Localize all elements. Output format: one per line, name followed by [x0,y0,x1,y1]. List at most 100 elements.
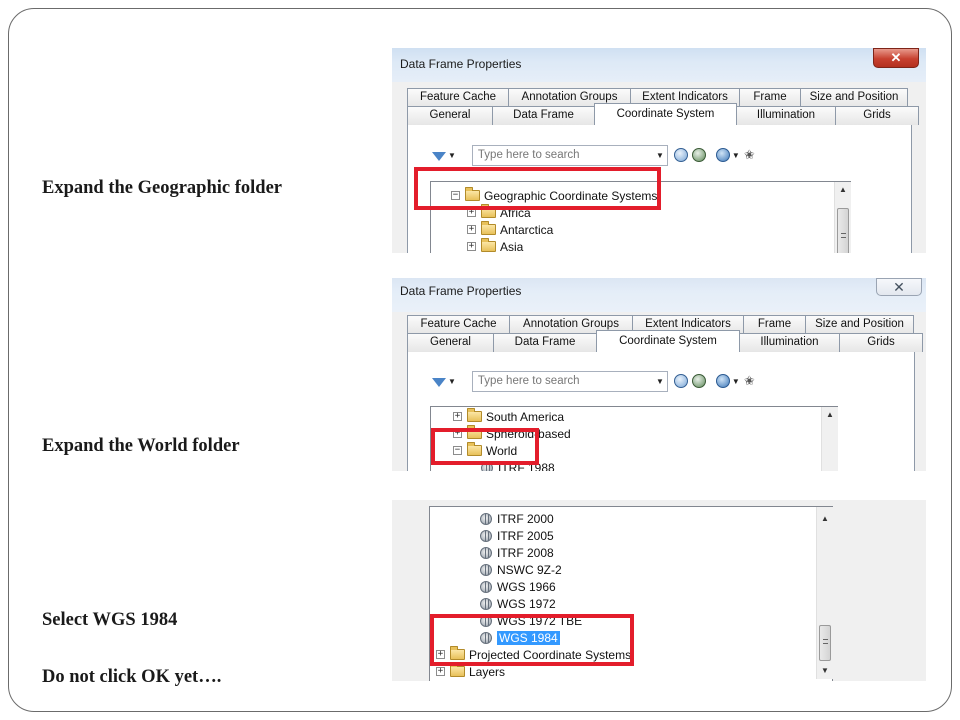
tree-item-label-selected: WGS 1984 [497,630,560,645]
tab-size-and-position[interactable]: Size and Position [800,88,908,107]
scroll-down-arrow[interactable]: ▼ [817,663,833,679]
tree-item-wgs-1972-tbe[interactable]: WGS 1972 TBE [480,612,582,629]
tab-grids[interactable]: Grids [835,106,919,125]
filter-icon[interactable] [432,151,446,161]
close-button[interactable]: ✕ [873,48,919,68]
tab-general[interactable]: General [407,106,493,125]
search-dropdown-arrow[interactable]: ▼ [656,146,664,165]
globe-icon[interactable] [715,148,730,162]
tree-item-geographic[interactable]: − Geographic Coordinate Systems [451,187,657,204]
tree-item-label: ITRF 2005 [497,528,554,543]
tree-item-label: ITRF 1988 [498,460,555,472]
filter-icon[interactable] [432,377,446,387]
collapse-icon[interactable]: − [453,446,462,455]
search-input[interactable]: Type here to search ▼ [471,144,668,166]
clear-search-icon[interactable] [691,148,706,162]
globe-dropdown-arrow[interactable]: ▼ [732,377,740,386]
expand-icon[interactable]: + [453,429,462,438]
tab-data-frame[interactable]: Data Frame [492,106,595,125]
tree-scrollbar[interactable]: ▲ [821,407,838,471]
search-input[interactable]: Type here to search ▼ [471,370,668,392]
scroll-thumb[interactable] [837,208,849,253]
tree-item-label: Antarctica [500,222,554,237]
dialog-body: Feature Cache Annotation Groups Extent I… [392,312,926,471]
tree-item-asia[interactable]: + Asia [467,238,523,253]
tab-feature-cache[interactable]: Feature Cache [407,315,510,334]
globe-icon[interactable] [715,374,730,388]
tab-general[interactable]: General [407,333,494,352]
tree-item-label: ITRF 2008 [497,545,554,560]
tree-item-label: WGS 1966 [497,579,556,594]
tab-content: ▼ Type here to search ▼ ▼ ✬ − Geographic… [407,125,912,253]
folder-icon [450,646,465,660]
tree-item-projected[interactable]: + Projected Coordinate Systems [436,646,631,663]
collapse-icon[interactable]: − [451,191,460,200]
tab-size-and-position[interactable]: Size and Position [805,315,914,334]
clear-search-icon[interactable] [691,374,706,388]
expand-icon[interactable]: + [467,208,476,217]
globe-icon [480,529,492,542]
tree-item-wgs-1966[interactable]: WGS 1966 [480,578,556,595]
tree-item-layers[interactable]: + Layers [436,663,505,680]
open-folder-icon [467,442,482,456]
tab-feature-cache[interactable]: Feature Cache [407,88,509,107]
folder-icon [481,238,496,252]
search-placeholder: Type here to search [477,374,580,387]
expand-icon[interactable]: + [467,242,476,251]
tree-scrollbar[interactable]: ▲ [834,182,851,253]
tree-item-label: WGS 1972 [497,596,556,611]
tab-coordinate-system[interactable]: Coordinate System [594,103,737,125]
tree-item-itrf-1988[interactable]: ITRF 1988 [481,459,555,471]
scroll-up-arrow[interactable]: ▲ [835,182,851,198]
tab-illumination[interactable]: Illumination [739,333,840,352]
tree-item-wgs-1972[interactable]: WGS 1972 [480,595,556,612]
tree-item-label: ITRF 2000 [497,511,554,526]
tree-item-spheroid-based[interactable]: + Spheroid-based [453,425,571,442]
scroll-grip [841,233,846,238]
filter-dropdown-arrow[interactable]: ▼ [448,151,456,160]
tree-item-itrf-2000[interactable]: ITRF 2000 [480,510,554,527]
tree-item-label: South America [486,409,565,424]
tab-illumination[interactable]: Illumination [736,106,836,125]
folder-icon [450,663,465,677]
expand-icon[interactable]: + [467,225,476,234]
globe-icon [480,631,492,644]
add-favorite-icon[interactable]: ✬ [744,373,755,389]
scroll-thumb[interactable] [819,625,831,661]
search-dropdown-arrow[interactable]: ▼ [656,372,664,391]
scroll-up-arrow[interactable]: ▲ [822,407,838,423]
toolbar: ▼ Type here to search ▼ ▼ ✬ [432,144,755,166]
search-icon[interactable] [673,374,688,388]
tab-frame[interactable]: Frame [739,88,801,107]
scroll-up-arrow[interactable]: ▲ [817,511,833,527]
filter-dropdown-arrow[interactable]: ▼ [448,377,456,386]
instruction-do-not-click-ok: Do not click OK yet…. [42,667,222,687]
tab-coordinate-system[interactable]: Coordinate System [596,330,740,352]
tab-row-front: General Data Frame Coordinate System Ill… [407,103,919,125]
tree-item-africa[interactable]: + Africa [467,204,531,221]
coordinate-tree: ITRF 2000 ITRF 2005 ITRF 2008 NSWC 9Z-2 … [429,506,833,681]
expand-icon[interactable]: + [436,667,445,676]
tab-data-frame[interactable]: Data Frame [493,333,597,352]
tab-row-front: General Data Frame Coordinate System Ill… [407,330,923,352]
expand-icon[interactable]: + [436,650,445,659]
tab-grids[interactable]: Grids [839,333,923,352]
folder-icon [467,408,482,422]
folder-icon [481,204,496,218]
add-favorite-icon[interactable]: ✬ [744,147,755,163]
tree-item-antarctica[interactable]: + Antarctica [467,221,553,238]
globe-dropdown-arrow[interactable]: ▼ [732,151,740,160]
tree-item-wgs-1984[interactable]: WGS 1984 [480,629,560,646]
instruction-expand-world: Expand the World folder [42,436,240,456]
dialog-titlebar: Data Frame Properties ✕ [392,278,926,312]
expand-icon[interactable]: + [453,412,462,421]
tree-item-itrf-2005[interactable]: ITRF 2005 [480,527,554,544]
tree-item-itrf-2008[interactable]: ITRF 2008 [480,544,554,561]
tree-item-nswc-9z-2[interactable]: NSWC 9Z-2 [480,561,562,578]
close-button[interactable]: ✕ [876,278,922,296]
tree-item-south-america[interactable]: + South America [453,408,564,425]
tree-item-world[interactable]: − World [453,442,517,459]
search-icon[interactable] [673,148,688,162]
tree-scrollbar[interactable]: ▲ ▼ [816,507,833,679]
tab-frame[interactable]: Frame [743,315,806,334]
